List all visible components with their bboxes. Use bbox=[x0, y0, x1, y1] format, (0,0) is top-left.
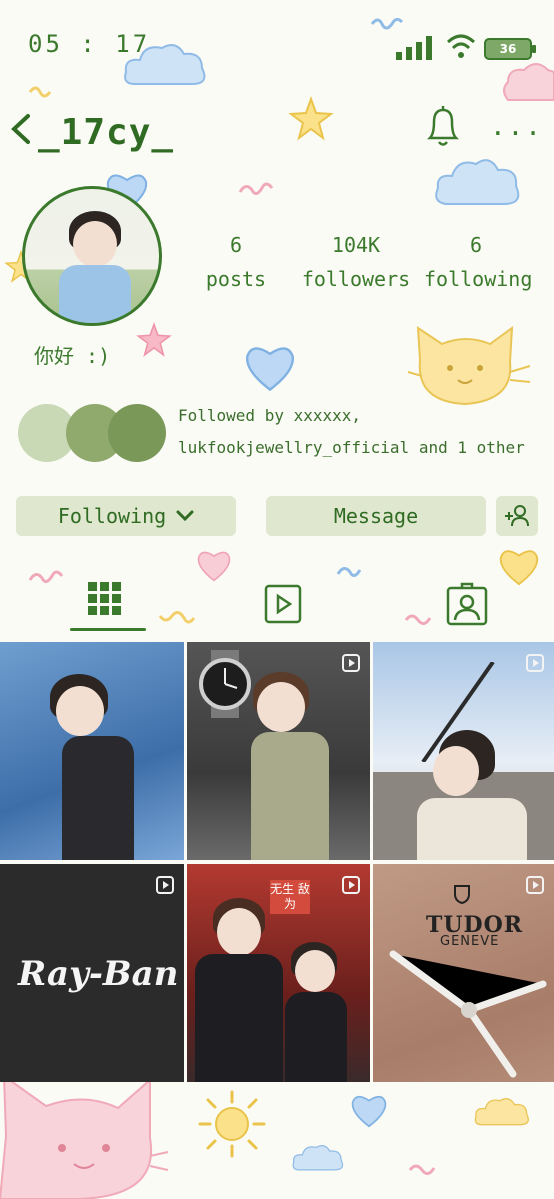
figure-body bbox=[417, 798, 527, 860]
mutual-follower-avatar[interactable] bbox=[108, 404, 166, 462]
stat-followers-label: followers bbox=[301, 267, 411, 291]
avatar-face bbox=[73, 221, 117, 267]
following-button-label: Following bbox=[57, 504, 167, 528]
figure-body bbox=[285, 992, 347, 1082]
figure-face bbox=[295, 950, 335, 992]
profile-bio: 你好 :) bbox=[34, 344, 111, 368]
followed-by-text[interactable]: Followed by xxxxxx, bbox=[178, 406, 361, 425]
reel-badge-icon bbox=[526, 654, 544, 672]
message-button[interactable]: Message bbox=[266, 496, 486, 536]
more-options-icon[interactable]: ... bbox=[490, 112, 543, 142]
chevron-down-icon bbox=[176, 510, 194, 522]
message-button-label: Message bbox=[333, 504, 419, 528]
back-arrow-icon[interactable] bbox=[10, 112, 32, 146]
tagged-tab-icon[interactable] bbox=[446, 582, 488, 626]
watch-hands-illustration bbox=[389, 950, 547, 1078]
reel-badge-icon bbox=[342, 876, 360, 894]
tudor-shield-icon bbox=[454, 885, 470, 904]
reel-badge-icon bbox=[526, 876, 544, 894]
post-thumbnail[interactable] bbox=[373, 642, 554, 860]
add-user-icon bbox=[505, 505, 529, 527]
followed-by-text-more[interactable]: lukfookjewellry_official and 1 other bbox=[178, 438, 525, 457]
reels-tab-icon[interactable] bbox=[264, 584, 302, 624]
status-time: 05 : 17 bbox=[28, 30, 151, 58]
battery-icon: 36 bbox=[484, 38, 536, 60]
stat-following[interactable]: 6 following bbox=[424, 228, 533, 296]
profile-avatar[interactable] bbox=[22, 186, 162, 326]
add-user-button[interactable] bbox=[496, 496, 538, 536]
wifi-icon bbox=[446, 34, 476, 58]
stat-posts[interactable]: 6 posts bbox=[196, 228, 276, 296]
active-tab-indicator bbox=[70, 628, 146, 631]
post-thumbnail[interactable] bbox=[0, 642, 184, 860]
tudor-geneve-text: GENEVE bbox=[440, 934, 500, 949]
figure-face bbox=[257, 682, 305, 732]
figure-body bbox=[62, 736, 134, 860]
profile-username: _17cy_ bbox=[38, 112, 175, 153]
reel-badge-icon bbox=[156, 876, 174, 894]
post-thumbnail[interactable] bbox=[187, 642, 370, 860]
post-thumbnail[interactable] bbox=[373, 864, 554, 1082]
avatar-shirt bbox=[59, 265, 131, 323]
watch-illustration bbox=[199, 650, 251, 718]
stat-posts-label: posts bbox=[205, 267, 267, 291]
stat-following-value: 6 bbox=[469, 233, 483, 257]
stat-posts-value: 6 bbox=[229, 233, 243, 257]
figure-body bbox=[251, 732, 329, 860]
following-button[interactable]: Following bbox=[16, 496, 236, 536]
figure-face bbox=[433, 746, 479, 796]
bell-icon[interactable] bbox=[424, 104, 462, 148]
poster-text: 无生 敌为 bbox=[270, 880, 310, 914]
stat-followers[interactable]: 104K followers bbox=[300, 228, 412, 296]
rayban-logo-text: Ray-Ban bbox=[18, 954, 179, 994]
reel-badge-icon bbox=[342, 654, 360, 672]
figure-body bbox=[195, 954, 283, 1082]
figure-face bbox=[56, 686, 104, 736]
stat-following-label: following bbox=[424, 267, 533, 291]
figure-face bbox=[217, 908, 261, 956]
signal-icon bbox=[396, 36, 432, 60]
grid-tab-icon[interactable] bbox=[88, 582, 122, 616]
stat-followers-value: 104K bbox=[331, 233, 381, 257]
